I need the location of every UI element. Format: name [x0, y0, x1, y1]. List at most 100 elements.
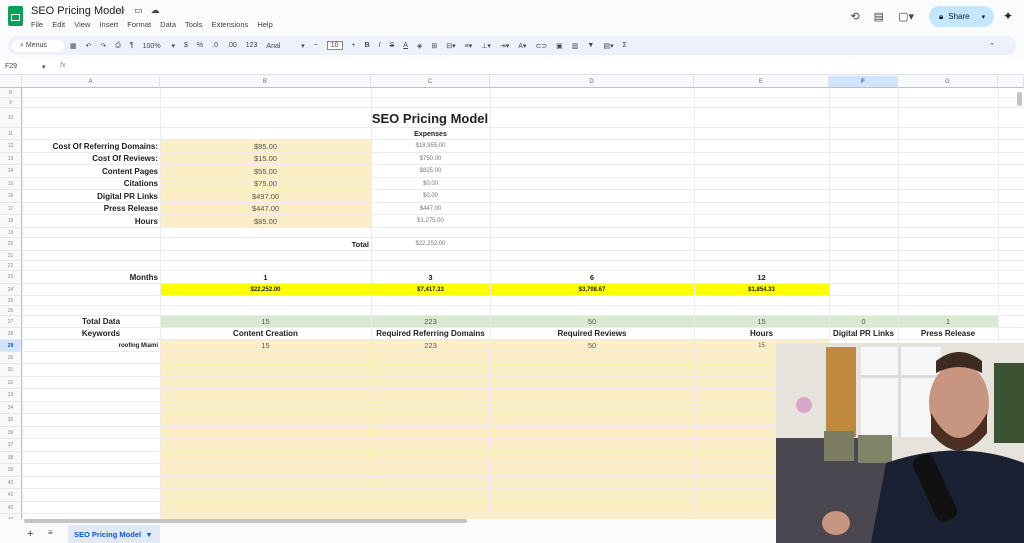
font-size-decrease-icon[interactable]: −: [314, 42, 318, 49]
month-cell[interactable]: 3: [371, 271, 490, 284]
monthly-cost-cell[interactable]: $22,252.00: [160, 284, 371, 296]
collapse-toolbar-icon[interactable]: ⌃: [989, 42, 995, 50]
link-icon[interactable]: ⊂⊃: [535, 42, 547, 50]
column-header-c[interactable]: C: [371, 76, 490, 88]
currency-button[interactable]: $: [184, 42, 188, 49]
cost-rate-cell[interactable]: $497.00: [160, 190, 371, 203]
row-header-32[interactable]: 32: [0, 376, 22, 389]
borders-icon[interactable]: ⊞: [431, 42, 437, 50]
keyword-value-cell[interactable]: 15: [160, 340, 371, 352]
total-data-cell[interactable]: 50: [490, 316, 694, 328]
keyword-cell[interactable]: roofing Miami: [22, 340, 160, 352]
expense-cell[interactable]: $825.00: [371, 165, 490, 178]
name-box[interactable]: F29: [5, 63, 17, 70]
row-header-23[interactable]: 23: [0, 270, 22, 284]
row-header-14[interactable]: 14: [0, 165, 22, 178]
months-label[interactable]: Months: [22, 271, 160, 284]
column-header-extra[interactable]: [998, 76, 1024, 88]
row-header-39[interactable]: 39: [0, 464, 22, 477]
share-button[interactable]: 🔒︎ Share ▾: [929, 6, 994, 27]
cost-rate-cell[interactable]: $75.00: [160, 178, 371, 191]
row-header-11[interactable]: 11: [0, 128, 22, 140]
merge-cells-icon[interactable]: ⊟▾: [446, 42, 455, 50]
row-header-22[interactable]: 22: [0, 260, 22, 271]
row-header-19[interactable]: 19: [0, 227, 22, 238]
expense-cell[interactable]: $0.00: [371, 190, 490, 203]
decrease-decimal-button[interactable]: .0: [212, 42, 218, 49]
keyword-value-cell[interactable]: 223: [371, 340, 490, 352]
column-header-b[interactable]: B: [160, 76, 371, 88]
total-data-cell[interactable]: 223: [371, 316, 490, 328]
row-header-17[interactable]: 17: [0, 202, 22, 215]
sheet-tab[interactable]: SEO Pricing Model ▾: [68, 525, 160, 543]
cost-label[interactable]: Citations: [22, 178, 160, 191]
calendar-icon[interactable]: ▦: [70, 42, 77, 50]
row-header-38[interactable]: 38: [0, 451, 22, 464]
column-header-d[interactable]: D: [490, 76, 694, 88]
expenses-header[interactable]: Expenses: [371, 128, 490, 140]
total-data-cell[interactable]: 0: [829, 316, 898, 328]
column-label-cell[interactable]: Digital PR Links: [829, 328, 898, 340]
row-header-42[interactable]: 42: [0, 501, 22, 514]
column-header-e[interactable]: E: [694, 76, 829, 88]
sheets-logo-icon[interactable]: [8, 6, 23, 26]
horizontal-scrollbar[interactable]: [24, 519, 467, 523]
menu-data[interactable]: Data: [160, 20, 176, 29]
comment-icon[interactable]: ▤: [874, 11, 884, 23]
expense-cell[interactable]: $18,955.00: [371, 140, 490, 153]
vertical-scrollbar[interactable]: [1017, 92, 1022, 106]
total-data-cell[interactable]: 15: [160, 316, 371, 328]
row-header-35[interactable]: 35: [0, 414, 22, 427]
bold-icon[interactable]: B: [365, 42, 370, 49]
zoom-select[interactable]: 100% ▾: [143, 42, 175, 50]
italic-icon[interactable]: I: [379, 42, 381, 49]
fill-color-icon[interactable]: ◈: [417, 42, 422, 50]
cost-rate-cell[interactable]: $55.00: [160, 165, 371, 178]
cost-rate-cell[interactable]: $85.00: [160, 140, 371, 153]
sheet-tab-dropdown-icon[interactable]: ▾: [147, 530, 151, 539]
folder-icon[interactable]: ▭: [134, 5, 143, 15]
total-label[interactable]: Total: [160, 238, 371, 251]
font-size-input[interactable]: 10: [326, 41, 343, 50]
total-value-cell[interactable]: $22,252.00: [371, 238, 490, 251]
text-wrap-icon[interactable]: ⇥▾: [500, 42, 509, 50]
cost-label[interactable]: Press Release: [22, 203, 160, 216]
expense-cell[interactable]: $0.00: [371, 178, 490, 191]
row-header-29[interactable]: 29: [0, 339, 22, 352]
filter-icon[interactable]: ▼: [587, 42, 594, 49]
star-icon[interactable]: ☆: [118, 5, 126, 15]
column-header-a[interactable]: A: [22, 76, 160, 88]
column-label-cell[interactable]: Hours: [694, 328, 829, 340]
menu-edit[interactable]: Edit: [52, 20, 65, 29]
number-format-button[interactable]: 123: [246, 42, 258, 49]
cost-label[interactable]: Cost Of Referring Domains:: [22, 140, 160, 153]
cost-label[interactable]: Cost Of Reviews:: [22, 153, 160, 166]
month-cell[interactable]: 12: [694, 271, 829, 284]
row-header-26[interactable]: 26: [0, 305, 22, 316]
meet-icon[interactable]: ▢▾: [898, 11, 914, 23]
row-header-30[interactable]: 30: [0, 351, 22, 364]
column-label-cell[interactable]: Required Reviews: [490, 328, 694, 340]
keywords-label[interactable]: Keywords: [22, 328, 160, 340]
row-header-33[interactable]: 33: [0, 389, 22, 402]
horizontal-align-icon[interactable]: ≡▾: [465, 42, 473, 50]
cost-label[interactable]: Digital PR Links: [22, 190, 160, 203]
column-header-f[interactable]: F: [829, 76, 898, 88]
paint-format-icon[interactable]: ¶: [130, 42, 134, 49]
cost-label[interactable]: Hours: [22, 215, 160, 228]
row-header-9[interactable]: 9: [0, 98, 22, 108]
increase-decimal-button[interactable]: .00: [227, 42, 237, 49]
total-data-cell[interactable]: 15: [694, 316, 829, 328]
insert-chart-icon[interactable]: ▥: [572, 42, 579, 50]
column-label-cell[interactable]: Content Creation: [160, 328, 371, 340]
row-header-8[interactable]: 8: [0, 88, 22, 98]
month-cell[interactable]: 1: [160, 271, 371, 284]
font-size-increase-icon[interactable]: +: [352, 42, 356, 49]
monthly-cost-cell[interactable]: $3,708.67: [490, 284, 694, 296]
row-header-41[interactable]: 41: [0, 489, 22, 502]
sheet-heading[interactable]: SEO Pricing Model: [340, 108, 520, 128]
print-icon[interactable]: ⎙: [115, 42, 121, 50]
percent-button[interactable]: %: [197, 42, 203, 49]
menu-format[interactable]: Format: [127, 20, 151, 29]
row-header-31[interactable]: 31: [0, 364, 22, 377]
